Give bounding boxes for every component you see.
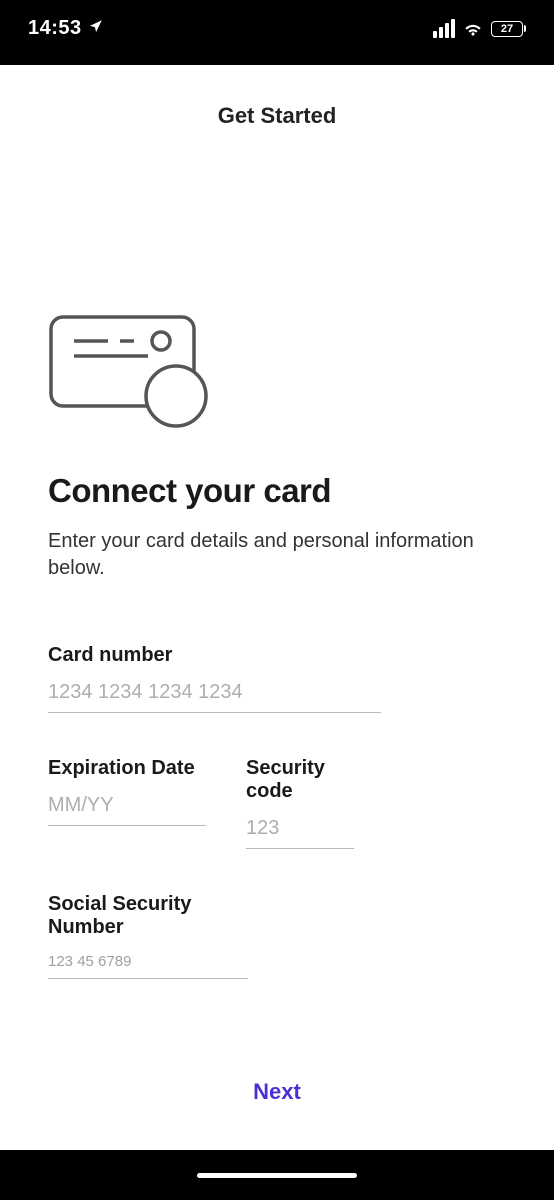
location-icon bbox=[88, 17, 103, 40]
security-code-label: Security code bbox=[246, 757, 354, 803]
card-icon bbox=[48, 314, 506, 434]
ssn-label: Social Security Number bbox=[48, 893, 248, 939]
next-button[interactable]: Next bbox=[253, 1079, 301, 1104]
page-heading: Connect your card bbox=[48, 472, 506, 510]
card-number-label: Card number bbox=[48, 644, 381, 667]
battery-icon: 27 bbox=[491, 21, 526, 37]
status-bar: 14:53 27 bbox=[0, 0, 554, 65]
ssn-field: Social Security Number bbox=[48, 893, 248, 979]
next-button-container: Next bbox=[48, 1079, 506, 1105]
security-code-input[interactable] bbox=[246, 813, 354, 849]
page-title: Get Started bbox=[0, 65, 554, 129]
status-left: 14:53 bbox=[28, 17, 103, 40]
status-right: 27 bbox=[433, 19, 526, 38]
expiration-field: Expiration Date bbox=[48, 757, 206, 849]
card-number-input[interactable] bbox=[48, 677, 381, 713]
wifi-icon bbox=[463, 21, 483, 36]
battery-level: 27 bbox=[501, 23, 513, 35]
page-subtext: Enter your card details and personal inf… bbox=[48, 528, 506, 582]
expiration-label: Expiration Date bbox=[48, 757, 206, 780]
status-time: 14:53 bbox=[28, 17, 82, 40]
bottom-bar bbox=[0, 1150, 554, 1200]
content-area: Connect your card Enter your card detail… bbox=[0, 129, 554, 1150]
ssn-input[interactable] bbox=[48, 949, 248, 979]
home-indicator[interactable] bbox=[197, 1173, 357, 1178]
cellular-signal-icon bbox=[433, 19, 455, 38]
security-code-field: Security code bbox=[246, 757, 354, 849]
expiration-input[interactable] bbox=[48, 790, 206, 826]
card-number-field: Card number bbox=[48, 644, 381, 713]
